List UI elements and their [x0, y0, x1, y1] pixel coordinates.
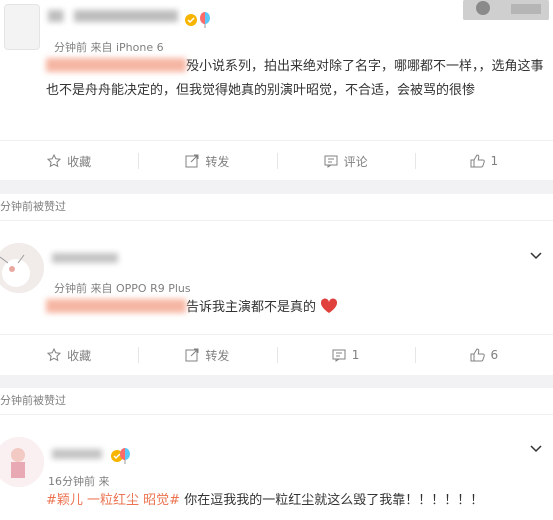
post-card: 分钟前 来自 iPhone 6 殁小说系列，拍出来绝对除了名字，哪哪都不一样，，…	[0, 0, 553, 180]
forward-button[interactable]: 转发	[138, 335, 276, 375]
comment-label: 评论	[343, 154, 368, 169]
comment-icon	[332, 349, 346, 362]
avatar[interactable]	[0, 243, 44, 293]
post-text: #颖儿 一粒红尘 昭觉# 你在逗我我的一粒红尘就这么毁了我靠！！！！！！	[46, 489, 551, 513]
comment-button[interactable]: 1	[276, 335, 415, 375]
thumbnail-image[interactable]	[463, 0, 549, 20]
like-count: 6	[490, 348, 499, 362]
chevron-down-icon[interactable]	[529, 249, 543, 263]
action-bar: 收藏 转发 1 6	[0, 334, 553, 375]
avatar[interactable]	[0, 437, 44, 487]
praised-note: 分钟前被赞过	[0, 388, 553, 414]
like-icon	[470, 154, 485, 168]
like-count: 1	[490, 154, 499, 168]
topic-link[interactable]: #颖儿 一粒红尘 昭觉#	[46, 493, 180, 508]
card-separator	[0, 180, 553, 194]
username[interactable]	[52, 253, 118, 263]
post-meta: 16分钟前 来	[48, 475, 110, 488]
collect-button[interactable]: 收藏	[0, 141, 138, 181]
forward-icon	[185, 348, 199, 362]
balloon-badge-icon	[118, 448, 132, 464]
forward-button[interactable]: 转发	[138, 141, 276, 181]
avatar[interactable]	[4, 4, 40, 50]
balloon-badge-icon	[198, 12, 212, 28]
forward-label: 转发	[205, 348, 230, 363]
post-meta: 分钟前 来自 iPhone 6	[54, 41, 164, 54]
post-body: 你在逗我我的一粒红尘就这么毁了我靠！！！！！！	[180, 493, 484, 508]
star-icon	[47, 154, 62, 168]
chevron-down-icon[interactable]	[529, 442, 543, 456]
collect-button[interactable]: 收藏	[0, 335, 138, 375]
comment-icon	[324, 155, 338, 168]
comment-count: 1	[351, 348, 360, 362]
post-card: 分钟前 来自 OPPO R9 Plus 告诉我主演都不是真的 收藏 转发 1 6	[0, 220, 553, 376]
post-text: 殁小说系列，拍出来绝对除了名字，哪哪都不一样，，选角这事也不是舟舟能决定的，但我…	[46, 55, 546, 103]
comment-button[interactable]: 评论	[276, 141, 415, 181]
topic-link[interactable]	[46, 58, 186, 72]
username[interactable]	[52, 449, 102, 459]
like-icon	[470, 348, 485, 362]
like-button[interactable]: 1	[414, 141, 553, 181]
post-card: 16分钟前 来 #颖儿 一粒红尘 昭觉# 你在逗我我的一粒红尘就这么毁了我靠！！…	[0, 414, 553, 520]
collect-label: 收藏	[67, 348, 92, 363]
vip-badge-icon	[184, 12, 198, 26]
forward-icon	[185, 154, 199, 168]
card-separator	[0, 375, 553, 388]
topic-link[interactable]	[46, 299, 186, 313]
forward-label: 转发	[205, 154, 230, 169]
post-text: 告诉我主演都不是真的	[46, 296, 546, 320]
collect-label: 收藏	[67, 154, 92, 169]
star-icon	[47, 348, 62, 362]
action-bar: 收藏 转发 评论 1	[0, 140, 553, 181]
post-meta: 分钟前 来自 OPPO R9 Plus	[54, 282, 191, 295]
heart-icon	[321, 298, 338, 313]
username[interactable]	[48, 10, 178, 22]
like-button[interactable]: 6	[414, 335, 553, 375]
praised-note: 分钟前被赞过	[0, 194, 553, 220]
post-body: 告诉我主演都不是真的	[186, 300, 317, 315]
